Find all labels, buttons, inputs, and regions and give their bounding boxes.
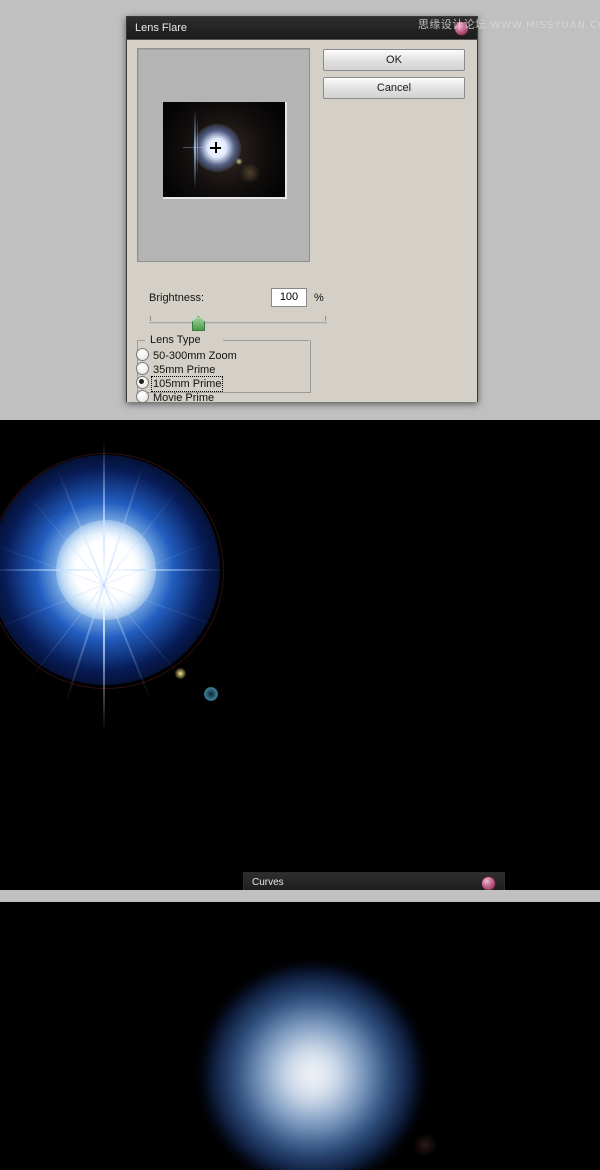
lens-type-label: 50-300mm Zoom [153,350,237,362]
radio-icon[interactable] [136,362,149,375]
lens-flare-preview-thumbnail[interactable] [163,102,287,199]
lens-flare-ok-button[interactable]: OK [323,49,465,71]
section-divider [0,890,600,902]
bottom-canvas-section [0,902,600,1170]
top-canvas-section: Lens Flare OK Cancel Brightness: 100 % L… [0,0,600,420]
lens-type-label: 35mm Prime [153,364,216,376]
lens-flare-dialog: Lens Flare OK Cancel Brightness: 100 % L… [126,16,478,404]
curves-dialog: Curves Preset: Custom Channel: [243,872,505,890]
watermark-en: WWW.MISSYUAN.COM [490,20,600,31]
radio-icon[interactable] [136,390,149,403]
radio-icon[interactable] [136,348,149,361]
brightness-row: Brightness: 100 % [149,288,329,308]
brightness-input[interactable]: 100 [271,288,307,307]
lens-type-group-rule-right [223,340,309,341]
lens-flare-title: Lens Flare [135,22,187,34]
middle-canvas-section: Curves Preset: Custom Channel: [0,420,600,890]
soft-blue-glow-render [205,967,420,1170]
slider-tick-right [325,316,326,321]
lens-type-option-50-300mm-zoom[interactable]: 50-300mm Zoom [136,348,237,362]
slider-tick-left [150,316,151,321]
close-orb-icon[interactable] [481,876,496,890]
lens-type-option-35mm-prime[interactable]: 35mm Prime [136,362,215,376]
flare-center-crosshair-icon[interactable] [210,142,221,153]
lens-type-label: Movie Prime [153,392,215,404]
lens-type-group-rule-left [137,340,145,341]
radio-icon[interactable] [136,376,149,389]
curves-titlebar: Curves [244,873,504,890]
lens-flare-cancel-button[interactable]: Cancel [323,77,465,99]
watermark-cn: 思缘设计论坛 [418,18,487,31]
brightness-slider-track [149,322,327,324]
lens-type-option-105mm-prime[interactable]: 105mm Prime [136,376,224,392]
brightness-label: Brightness: [149,292,205,304]
lens-type-legend: Lens Type [147,334,204,346]
lens-type-option-movie-prime[interactable]: Movie Prime [136,390,214,404]
lens-type-label: 105mm Prime [150,376,224,392]
curves-title: Curves [252,877,284,888]
blue-lens-flare-render [0,420,300,860]
brightness-slider[interactable] [149,316,327,331]
faint-flare-ghost [412,1134,438,1156]
lens-flare-body: OK Cancel Brightness: 100 % Lens Type 50… [127,39,477,404]
lens-flare-preview-panel[interactable] [137,48,310,262]
brightness-slider-thumb[interactable] [192,316,205,331]
watermark: 思缘设计论坛 WWW.MISSYUAN.COM [418,16,600,32]
brightness-unit-label: % [314,292,324,304]
